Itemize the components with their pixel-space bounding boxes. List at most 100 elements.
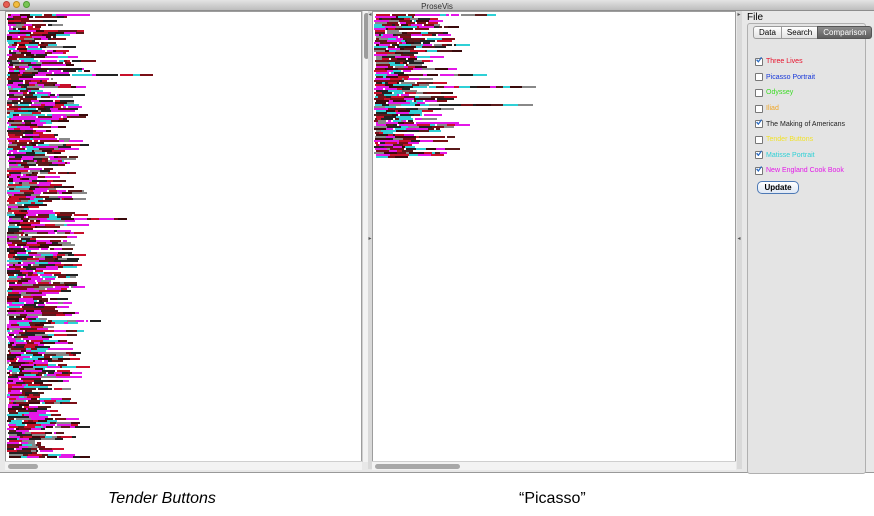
text-stripe (392, 14, 406, 16)
text-stripe (7, 168, 11, 170)
panel-divider[interactable]: ▸ ◂ (737, 11, 742, 469)
text-stripe (398, 76, 409, 78)
text-stripe (10, 250, 14, 252)
text-stripe (71, 94, 85, 96)
text-stripe (28, 196, 36, 198)
text-stripe (35, 74, 46, 76)
minimize-window-button[interactable] (13, 1, 20, 8)
update-button[interactable]: Update (757, 181, 799, 194)
text-stripe (38, 392, 44, 394)
text-stripe (25, 82, 29, 84)
text-stripe (7, 130, 21, 132)
text-stripe (13, 256, 28, 258)
text-stripe (8, 210, 19, 212)
text-stripe (9, 282, 15, 284)
text-stripe (39, 292, 42, 294)
right-horizontal-scroll-thumb[interactable] (375, 464, 460, 469)
comparison-item[interactable]: New England Cook Book (755, 163, 845, 179)
text-stripe (59, 96, 73, 98)
text-stripe (50, 410, 58, 412)
text-stripe (8, 72, 20, 74)
right-horizontal-scrollbar[interactable] (372, 461, 736, 470)
text-stripe (67, 320, 76, 322)
comparison-item[interactable]: Odyssey (755, 85, 845, 101)
comparison-checkbox[interactable] (755, 151, 763, 160)
comparison-item[interactable]: Tender Buttons (755, 132, 845, 148)
text-stripe (39, 286, 53, 288)
text-stripe (15, 182, 19, 184)
file-menu[interactable]: File (747, 12, 763, 23)
comparison-checkbox[interactable] (755, 73, 763, 82)
text-stripe (57, 306, 69, 308)
comparison-item[interactable]: Matisse Portrait (755, 148, 845, 164)
left-horizontal-scrollbar[interactable] (5, 461, 362, 470)
text-stripe (396, 38, 403, 40)
text-stripe (26, 352, 38, 354)
text-stripe (27, 68, 30, 70)
tab-data[interactable]: Data (753, 26, 782, 39)
text-stripe (18, 46, 26, 48)
text-stripe (32, 376, 41, 378)
text-stripe (48, 372, 54, 374)
text-stripe (42, 336, 52, 338)
comparison-checkbox[interactable] (755, 120, 763, 129)
panel-divider-arrow-icon[interactable]: ▸ (737, 12, 741, 18)
text-stripe (67, 102, 74, 104)
text-stripe (24, 310, 26, 312)
text-stripe (13, 264, 15, 266)
comparison-checkbox[interactable] (755, 135, 763, 144)
text-stripe (46, 74, 51, 76)
text-stripe (7, 214, 15, 216)
text-stripe (399, 124, 403, 126)
text-stripe (20, 328, 34, 330)
text-stripe (35, 26, 41, 28)
text-stripe (66, 418, 79, 420)
right-document-pane[interactable] (372, 11, 736, 462)
left-document-pane[interactable] (5, 11, 362, 462)
text-stripe (408, 134, 414, 136)
text-stripe (38, 406, 51, 408)
text-stripe (48, 348, 60, 350)
text-stripe (406, 152, 409, 154)
text-stripe (41, 376, 56, 378)
text-stripe (17, 48, 27, 50)
text-stripe (54, 72, 69, 74)
left-horizontal-scroll-thumb[interactable] (8, 464, 38, 469)
text-stripe (22, 282, 36, 284)
text-stripe (7, 122, 9, 124)
text-stripe (22, 272, 28, 274)
comparison-checkbox[interactable] (755, 88, 763, 97)
text-stripe (35, 334, 48, 336)
text-stripe (28, 28, 40, 30)
comparison-checkbox[interactable] (755, 166, 763, 175)
text-stripe (36, 130, 46, 132)
text-stripe (397, 84, 400, 86)
text-stripe (35, 226, 37, 228)
comparison-item[interactable]: The Making of Americans (755, 116, 845, 132)
zoom-window-button[interactable] (23, 1, 30, 8)
text-stripe (22, 448, 31, 450)
text-stripe (22, 284, 33, 286)
comparison-item[interactable]: Three Lives (755, 54, 845, 70)
text-stripe (19, 324, 30, 326)
text-stripe (69, 156, 78, 158)
comparison-item[interactable]: Picasso Portrait (755, 70, 845, 86)
text-stripe (376, 14, 390, 16)
tab-comparison[interactable]: Comparison (817, 26, 873, 39)
close-window-button[interactable] (3, 1, 10, 8)
text-stripe (12, 54, 24, 56)
text-stripe (9, 318, 22, 320)
text-stripe (35, 270, 43, 272)
comparison-item[interactable]: Iliad (755, 101, 845, 117)
tab-search[interactable]: Search (780, 26, 819, 39)
text-stripe (28, 90, 31, 92)
text-stripe (15, 300, 19, 302)
comparison-checkbox[interactable] (755, 104, 763, 113)
comparison-checkbox[interactable] (755, 57, 763, 66)
text-stripe (12, 218, 21, 220)
text-stripe (28, 400, 40, 402)
text-stripe (55, 418, 66, 420)
text-stripe (9, 308, 23, 310)
text-stripe (21, 86, 24, 88)
panel-divider-grip-icon[interactable]: ◂ (737, 236, 741, 242)
